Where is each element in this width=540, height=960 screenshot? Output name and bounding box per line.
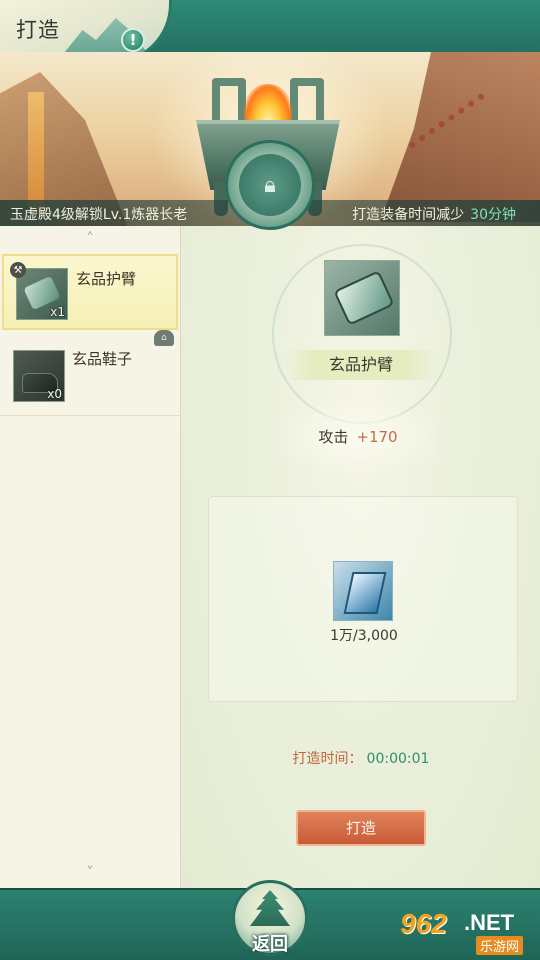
- chevron-up-icon[interactable]: ˄: [78, 231, 102, 247]
- forge-time-value: 00:00:01: [366, 751, 430, 767]
- crystal-material-icon[interactable]: [333, 561, 393, 621]
- watermark-number: 962: [400, 908, 447, 939]
- watermark-suffix: .NET: [464, 910, 515, 935]
- page-title: 打造: [16, 18, 60, 42]
- armguard-detail-icon: [324, 260, 400, 336]
- unlock-text: 玉虚殿4级解锁Lv.1炼器长老: [10, 207, 188, 223]
- detail-panel: 玄品护臂 攻击 +170 1万/3,000 打造时间： 00:00:01 打造: [182, 226, 540, 888]
- lock-icon: 🔒︎: [239, 154, 301, 216]
- watermark-site: 乐游网: [476, 936, 524, 955]
- stat-box: 攻击 +170: [280, 402, 436, 472]
- equipment-list: ˄ ⚒︎ x1 玄品护臂 ⌂ x0 玄品鞋子 ˅: [0, 226, 181, 888]
- item-name: 玄品鞋子: [72, 350, 133, 368]
- list-item-armguard[interactable]: ⚒︎ x1 玄品护臂: [2, 254, 178, 330]
- reduce-label: 打造装备时间减少: [352, 207, 465, 223]
- reduce-value: 30分钟: [470, 207, 516, 223]
- back-label: 返回: [252, 934, 288, 955]
- item-count: x1: [50, 305, 65, 319]
- forge-time: 打造时间： 00:00:01: [182, 748, 540, 768]
- item-title: 玄品护臂: [284, 350, 438, 380]
- light-pillar: [28, 92, 44, 212]
- lock-emblem[interactable]: 🔒︎: [225, 140, 315, 230]
- alert-icon[interactable]: !: [121, 28, 145, 52]
- chevron-down-icon[interactable]: ˅: [78, 865, 102, 881]
- list-item-shoes[interactable]: x0 玄品鞋子: [0, 336, 180, 416]
- material-count: 1万/3,000: [330, 628, 398, 644]
- stat-value: +170: [356, 428, 398, 446]
- item-name: 玄品护臂: [76, 270, 137, 288]
- reduce-info: 打造装备时间减少 30分钟: [352, 204, 516, 224]
- back-button[interactable]: 返回: [220, 874, 320, 960]
- forge-button[interactable]: 打造: [296, 810, 426, 846]
- stat-label: 攻击: [318, 428, 349, 446]
- item-count: x0: [47, 387, 62, 401]
- material-box: 1万/3,000: [208, 496, 518, 702]
- shoes-icon: x0: [13, 350, 65, 402]
- armguard-icon: x1: [16, 268, 68, 320]
- hammer-icon: ⚒︎: [10, 262, 26, 278]
- site-watermark: 962 .NET 乐游网: [400, 908, 536, 956]
- forge-time-label: 打造时间：: [292, 751, 363, 767]
